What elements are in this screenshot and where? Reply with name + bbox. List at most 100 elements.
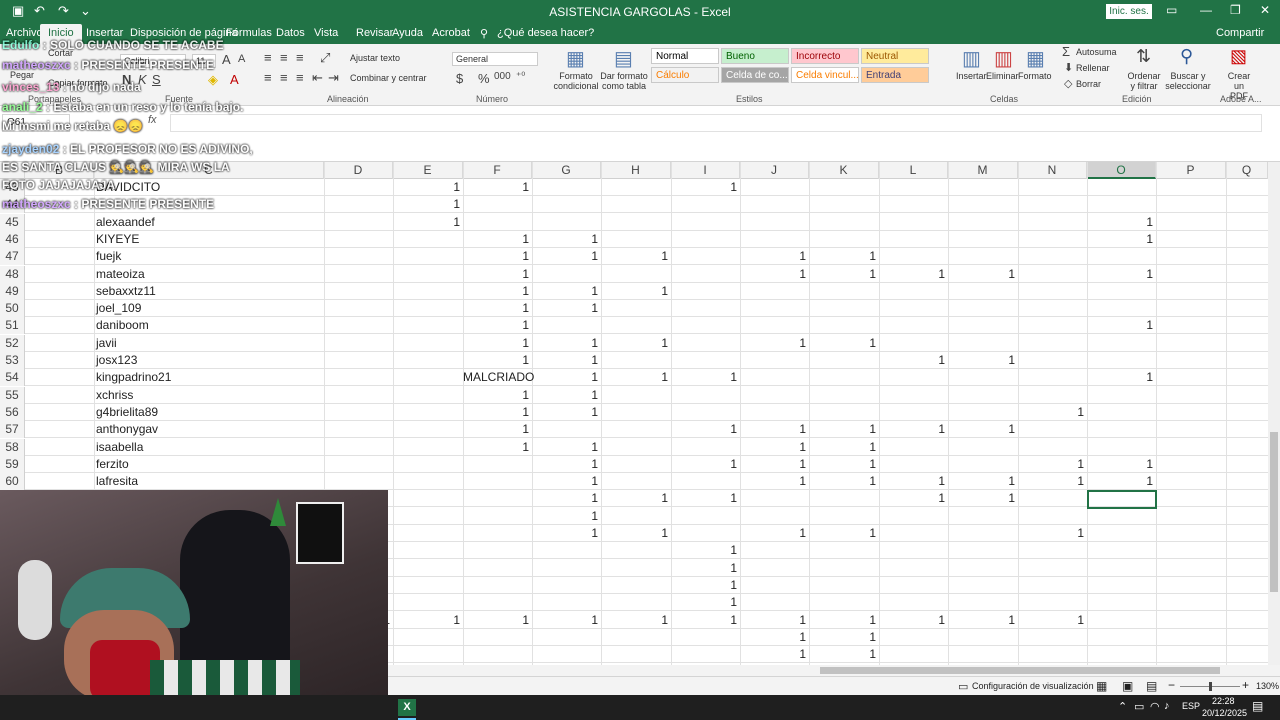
clock-date[interactable]: 20/12/2025	[1202, 708, 1247, 718]
clear-button[interactable]: Borrar	[1076, 79, 1101, 89]
name-cell[interactable]: joel_109	[96, 301, 141, 315]
value-cell-f[interactable]: 1	[463, 284, 529, 298]
insert-cells-button[interactable]: Insertar	[956, 71, 987, 81]
cell-style-5[interactable]: Celda de co...	[721, 67, 789, 83]
value-cell-n[interactable]: 1	[1018, 405, 1084, 419]
value-cell-f[interactable]: 1	[463, 180, 529, 194]
column-header-e[interactable]: E	[393, 162, 463, 179]
format-table-button[interactable]: Dar formato como tabla	[600, 71, 648, 91]
value-cell-j[interactable]: 1	[740, 613, 806, 627]
value-cell-g[interactable]: 1	[532, 526, 598, 540]
display-icon[interactable]: ▭	[1134, 700, 1144, 713]
minimize-icon[interactable]: —	[1200, 3, 1212, 17]
value-cell-h[interactable]: 1	[601, 613, 668, 627]
row-header[interactable]: 60	[0, 473, 25, 491]
increase-decimal-icon[interactable]: ⁺⁰	[516, 71, 525, 82]
value-cell-h[interactable]: 1	[601, 284, 668, 298]
value-cell-m[interactable]: 1	[948, 267, 1015, 281]
name-cell[interactable]: kingpadrino21	[96, 370, 171, 384]
value-cell-k[interactable]: 1	[809, 336, 876, 350]
tell-me-search[interactable]: ¿Qué desea hacer?	[497, 27, 594, 39]
value-cell-n[interactable]: 1	[1018, 613, 1084, 627]
maximize-icon[interactable]: ❐	[1230, 3, 1241, 17]
align-center-icon[interactable]: ≡	[280, 70, 288, 85]
name-cell[interactable]: fuejk	[96, 249, 121, 263]
vertical-scroll-thumb[interactable]	[1270, 432, 1278, 592]
clock-time[interactable]: 22:28	[1212, 696, 1235, 706]
value-cell-k[interactable]: 1	[809, 526, 876, 540]
row-header[interactable]: 51	[0, 317, 25, 335]
value-cell-k[interactable]: 1	[809, 647, 876, 661]
value-cell-i[interactable]: 1	[671, 595, 737, 609]
name-cell[interactable]: ferzito	[96, 457, 129, 471]
language-indicator[interactable]: ESP	[1182, 701, 1200, 711]
column-header-k[interactable]: K	[809, 162, 879, 179]
decrease-indent-icon[interactable]: ⇤	[312, 70, 323, 86]
formula-input[interactable]	[170, 114, 1262, 132]
row-header[interactable]: 54	[0, 369, 25, 387]
value-cell-g[interactable]: 1	[532, 370, 598, 384]
value-cell-f[interactable]: 1	[463, 318, 529, 332]
sort-filter-button[interactable]: Ordenar y filtrar	[1124, 71, 1164, 91]
row-header[interactable]: 55	[0, 386, 25, 404]
name-cell[interactable]: sebaxxtz11	[96, 284, 156, 298]
row-header[interactable]: 52	[0, 334, 25, 352]
value-cell-o[interactable]: 1	[1087, 474, 1153, 488]
grow-font-icon[interactable]: A	[222, 52, 231, 67]
value-cell-l[interactable]: 1	[879, 613, 945, 627]
value-cell-j[interactable]: 1	[740, 249, 806, 263]
name-cell[interactable]: anthonygav	[96, 422, 158, 436]
row-header[interactable]: 58	[0, 438, 25, 456]
align-top-icon[interactable]: ≡	[264, 50, 272, 65]
value-cell-f[interactable]: 1	[463, 405, 529, 419]
value-cell-o[interactable]: 1	[1087, 267, 1153, 281]
value-cell-g[interactable]: 1	[532, 405, 598, 419]
value-cell-o[interactable]: 1	[1087, 318, 1153, 332]
value-cell-j[interactable]: 1	[740, 336, 806, 350]
name-cell[interactable]: josx123	[96, 353, 137, 367]
value-cell-j[interactable]: 1	[740, 630, 806, 644]
volume-icon[interactable]: ♪	[1164, 700, 1170, 712]
fx-icon[interactable]: fx	[148, 114, 157, 126]
value-cell-k[interactable]: 1	[809, 613, 876, 627]
value-cell-i[interactable]: 1	[671, 457, 737, 471]
cell-style-7[interactable]: Entrada	[861, 67, 929, 83]
column-header-p[interactable]: P	[1156, 162, 1226, 179]
value-cell-g[interactable]: 1	[532, 440, 598, 454]
format-cells-button[interactable]: Formato	[1018, 71, 1052, 81]
value-cell-g[interactable]: 1	[532, 301, 598, 315]
value-cell-h[interactable]: 1	[601, 526, 668, 540]
row-header[interactable]: 47	[0, 248, 25, 266]
column-header-j[interactable]: J	[740, 162, 809, 179]
zoom-in-icon[interactable]: +	[1242, 678, 1249, 692]
name-cell[interactable]: KIYEYE	[96, 232, 139, 246]
conditional-format-button[interactable]: Formato condicional	[552, 71, 600, 91]
value-cell-g[interactable]: 1	[532, 491, 598, 505]
name-cell[interactable]: daniboom	[96, 318, 149, 332]
value-cell-m[interactable]: 1	[948, 422, 1015, 436]
value-cell-o[interactable]: 1	[1087, 232, 1153, 246]
page-layout-icon[interactable]: ▣	[1122, 679, 1133, 693]
align-bottom-icon[interactable]: ≡	[296, 50, 304, 65]
percent-icon[interactable]: %	[478, 71, 490, 86]
cell-style-4[interactable]: Cálculo	[651, 67, 719, 83]
zoom-slider-thumb[interactable]	[1209, 682, 1212, 691]
sign-in-button[interactable]: Inic. ses.	[1106, 4, 1152, 19]
orientation-icon[interactable]: ⤢	[320, 50, 330, 66]
excel-taskbar-icon[interactable]: X	[398, 699, 416, 716]
value-cell-o[interactable]: 1	[1087, 215, 1153, 229]
name-cell[interactable]: isaabella	[96, 440, 143, 454]
value-cell-l[interactable]: 1	[879, 474, 945, 488]
value-cell-n[interactable]: 1	[1018, 474, 1084, 488]
tab-datos[interactable]: Datos	[276, 27, 305, 39]
align-left-icon[interactable]: ≡	[264, 70, 272, 85]
tab-formulas[interactable]: Fórmulas	[226, 27, 272, 39]
value-cell-h[interactable]: 1	[601, 370, 668, 384]
value-cell-n[interactable]: 1	[1018, 457, 1084, 471]
column-header-m[interactable]: M	[948, 162, 1018, 179]
value-cell-i[interactable]: 1	[671, 561, 737, 575]
row-header[interactable]: 59	[0, 455, 25, 473]
column-header-g[interactable]: G	[532, 162, 601, 179]
notifications-icon[interactable]: ▤	[1252, 699, 1263, 713]
column-header-o[interactable]: O	[1087, 162, 1156, 179]
